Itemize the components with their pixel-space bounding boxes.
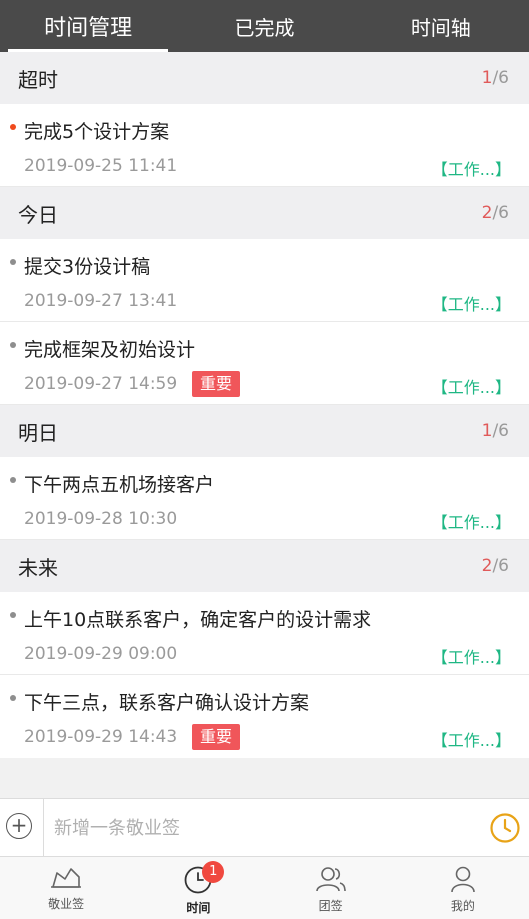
task-list: 超时 1/6 完成5个设计方案 2019-09-25 11:41 【工作...】… [0, 52, 529, 798]
add-plus-icon[interactable]: + [6, 813, 32, 839]
total-count: /6 [492, 421, 509, 441]
task-time: 2019-09-27 14:59 [24, 374, 178, 394]
task-item[interactable]: 完成5个设计方案 2019-09-25 11:41 【工作...】 [0, 104, 529, 187]
section-count: 2/6 [482, 556, 509, 576]
section-count: 1/6 [482, 68, 509, 88]
total-count: /6 [492, 68, 509, 88]
quick-add-bar: + [0, 798, 529, 857]
task-category-tag[interactable]: 【工作...】 [432, 374, 511, 398]
section-header-overdue: 超时 1/6 [0, 52, 529, 104]
task-item[interactable]: 上午10点联系客户，确定客户的设计需求 2019-09-29 09:00 【工作… [0, 592, 529, 675]
total-count: /6 [492, 203, 509, 223]
bullet-dot-icon [10, 259, 16, 265]
nav-label: 团签 [318, 899, 343, 913]
task-time: 2019-09-29 09:00 [24, 644, 178, 664]
done-count: 2 [481, 556, 493, 576]
nav-item-team[interactable]: 团签 [265, 857, 397, 919]
task-time: 2019-09-29 14:43 [24, 727, 178, 747]
nav-item-me[interactable]: 我的 [397, 857, 529, 919]
task-category-tag[interactable]: 【工作...】 [432, 727, 511, 751]
task-title: 提交3份设计稿 [24, 256, 151, 278]
bottom-nav: 敬业签 1 时间 团签 我的 [0, 856, 529, 919]
task-title: 上午10点联系客户，确定客户的设计需求 [24, 609, 372, 631]
team-icon [315, 867, 346, 892]
section-header-tomorrow: 明日 1/6 [0, 405, 529, 457]
section-count: 2/6 [482, 203, 509, 223]
section-header-future: 未来 2/6 [0, 540, 529, 592]
section-title: 明日 [18, 420, 58, 445]
section-title: 今日 [18, 202, 58, 227]
section-title: 超时 [18, 67, 58, 92]
task-item[interactable]: 完成框架及初始设计 2019-09-27 14:59 重要 【工作...】 [0, 322, 529, 405]
task-category-tag[interactable]: 【工作...】 [432, 509, 511, 533]
task-title: 下午三点，联系客户确认设计方案 [24, 692, 310, 714]
task-title: 完成框架及初始设计 [24, 339, 196, 361]
user-icon [451, 866, 475, 893]
nav-label: 我的 [450, 899, 475, 913]
task-time: 2019-09-28 10:30 [24, 509, 178, 529]
important-badge: 重要 [192, 724, 241, 750]
bullet-dot-icon [10, 342, 16, 348]
nav-item-notes[interactable]: 敬业签 [0, 857, 132, 919]
done-count: 1 [481, 421, 493, 441]
task-title: 完成5个设计方案 [24, 121, 170, 143]
task-category-tag[interactable]: 【工作...】 [432, 644, 511, 668]
nav-item-time[interactable]: 1 时间 [132, 857, 264, 919]
overdue-dot-icon [10, 124, 16, 130]
bullet-dot-icon [10, 612, 16, 618]
note-icon [51, 868, 82, 888]
new-note-input[interactable] [52, 811, 476, 845]
task-item[interactable]: 下午三点，联系客户确认设计方案 2019-09-29 14:43 重要 【工作.… [0, 675, 529, 758]
done-count: 2 [481, 203, 493, 223]
nav-label: 时间 [186, 901, 211, 915]
important-badge: 重要 [192, 371, 241, 397]
notification-badge: 1 [202, 861, 225, 883]
reminder-clock-icon[interactable] [489, 812, 521, 844]
section-header-today: 今日 2/6 [0, 187, 529, 239]
nav-label: 敬业签 [48, 897, 85, 911]
section-count: 1/6 [482, 421, 509, 441]
task-item[interactable]: 下午两点五机场接客户 2019-09-28 10:30 【工作...】 [0, 457, 529, 540]
section-title: 未来 [18, 555, 58, 580]
done-count: 1 [481, 68, 493, 88]
task-title: 下午两点五机场接客户 [24, 474, 215, 496]
bullet-dot-icon [10, 695, 16, 701]
tab-timeline[interactable]: 时间轴 [353, 0, 529, 52]
top-tab-bar: 时间管理 已完成 时间轴 [0, 0, 529, 52]
task-category-tag[interactable]: 【工作...】 [432, 291, 511, 315]
bullet-dot-icon [10, 477, 16, 483]
task-time: 2019-09-25 11:41 [24, 156, 178, 176]
task-time: 2019-09-27 13:41 [24, 291, 178, 311]
task-category-tag[interactable]: 【工作...】 [432, 156, 511, 180]
task-item[interactable]: 提交3份设计稿 2019-09-27 13:41 【工作...】 [0, 239, 529, 322]
tab-completed[interactable]: 已完成 [176, 0, 352, 52]
total-count: /6 [492, 556, 509, 576]
divider [43, 799, 44, 857]
tab-time-management[interactable]: 时间管理 [0, 0, 176, 52]
